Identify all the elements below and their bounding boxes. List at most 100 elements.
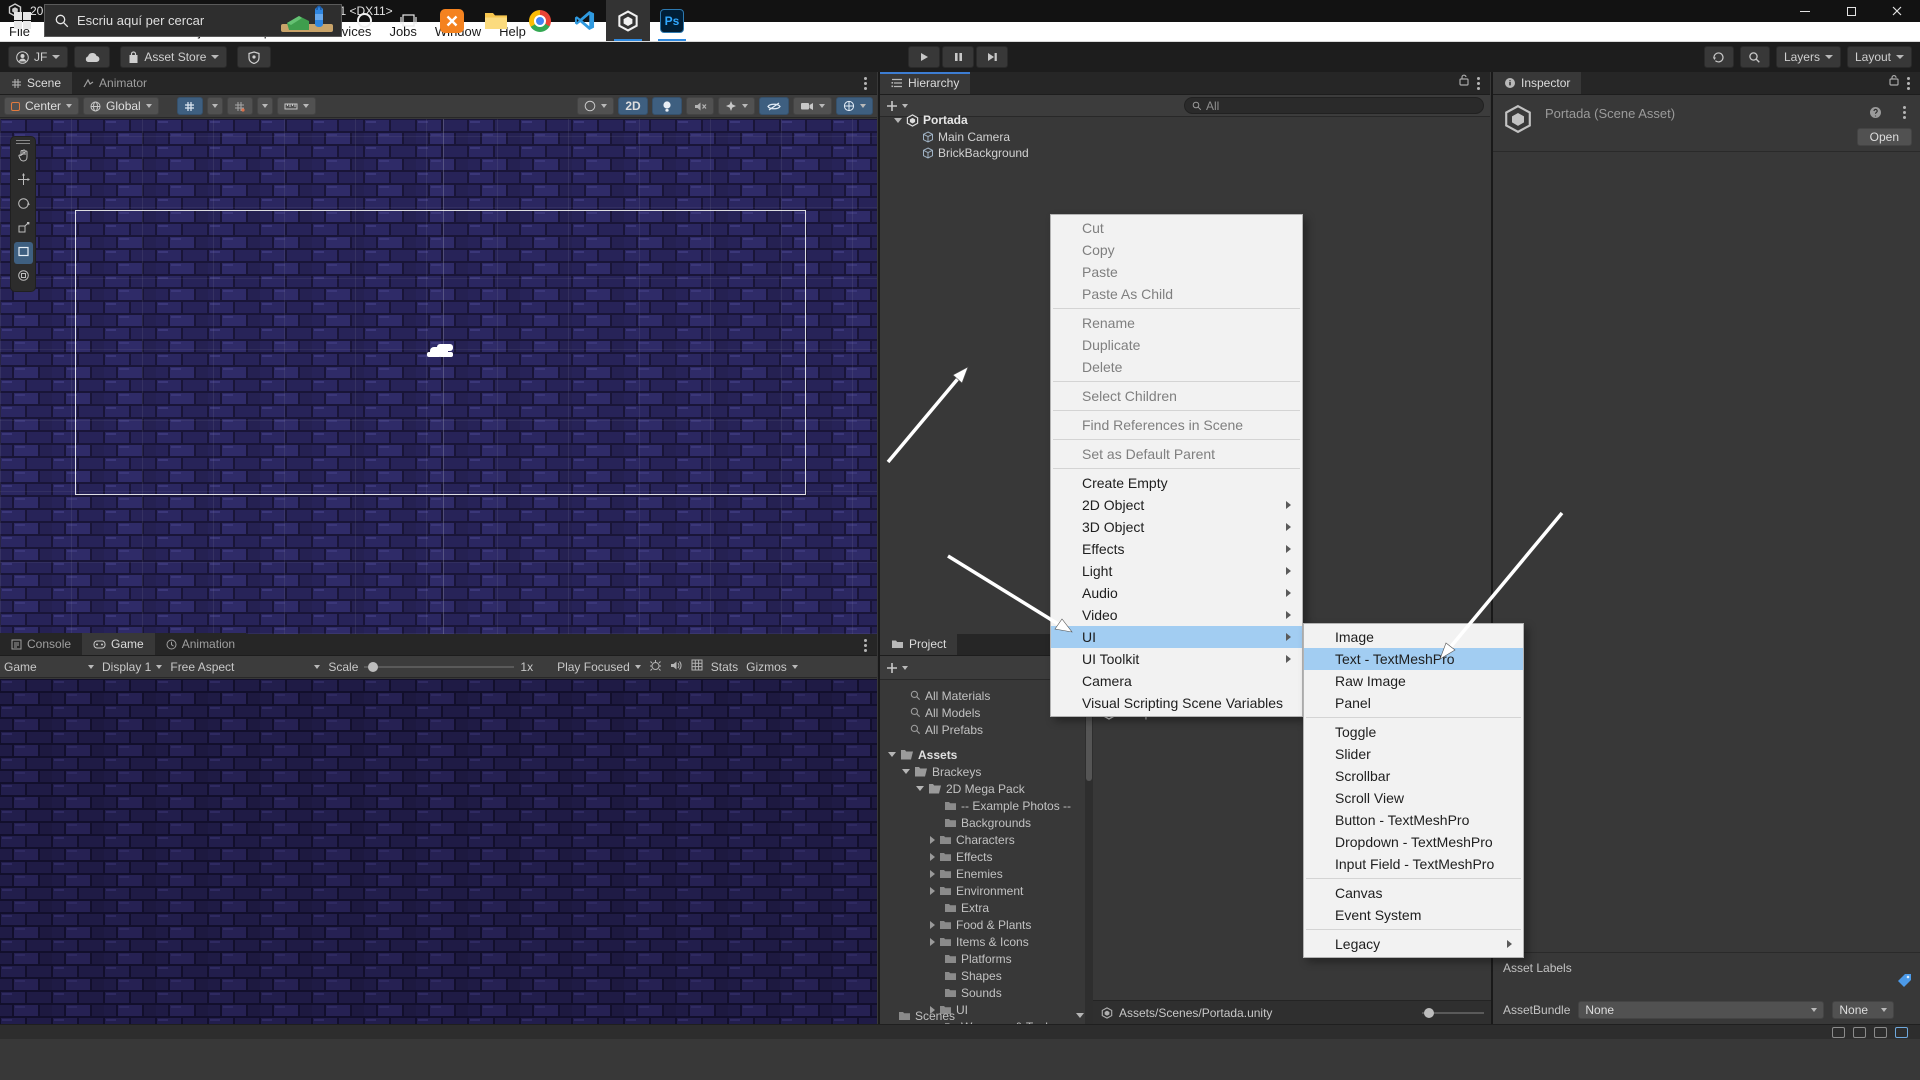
unity-taskbar-button[interactable] bbox=[606, 0, 650, 41]
scale-slider-track[interactable] bbox=[364, 666, 514, 668]
tree-item-2d-mega-pack[interactable]: 2D Mega Pack bbox=[916, 780, 1025, 797]
tree-item-brackeys[interactable]: Brackeys bbox=[902, 763, 981, 780]
context-menu-item-ui-toolkit[interactable]: UI Toolkit bbox=[1051, 648, 1302, 670]
window-maximize-button[interactable] bbox=[1828, 0, 1874, 22]
hierarchy-item-scene-root[interactable]: Portada bbox=[894, 112, 968, 128]
context-menu-item-select-children[interactable]: Select Children bbox=[1051, 385, 1302, 407]
cortana-button[interactable] bbox=[342, 0, 386, 41]
tree-item-extra[interactable]: Extra bbox=[944, 899, 989, 916]
context-menu-item-find-references[interactable]: Find References in Scene bbox=[1051, 414, 1302, 436]
context-menu-item-paste-as-child[interactable]: Paste As Child bbox=[1051, 283, 1302, 305]
2d-mode-toggle[interactable]: 2D bbox=[618, 97, 648, 115]
tab-animation[interactable]: Animation bbox=[155, 633, 246, 655]
context-menu-item-visual-scripting[interactable]: Visual Scripting Scene Variables bbox=[1051, 692, 1302, 714]
layers-dropdown[interactable]: Layers bbox=[1776, 46, 1841, 68]
tree-item-environment[interactable]: Environment bbox=[930, 882, 1023, 899]
step-button[interactable] bbox=[976, 46, 1008, 68]
tool-handle-rotation-dropdown[interactable]: Global bbox=[83, 97, 159, 115]
status-icon[interactable] bbox=[1874, 1027, 1887, 1038]
hierarchy-create-button[interactable] bbox=[886, 100, 908, 112]
snap-increment-dropdown[interactable] bbox=[277, 97, 316, 115]
version-control-button[interactable] bbox=[237, 46, 271, 68]
status-icon[interactable] bbox=[1832, 1027, 1845, 1038]
chrome-button[interactable] bbox=[518, 0, 562, 41]
tree-item-backgrounds[interactable]: Backgrounds bbox=[944, 814, 1031, 831]
label-tag-icon[interactable] bbox=[1897, 973, 1912, 991]
help-icon[interactable] bbox=[1869, 106, 1882, 122]
tree-item-food-plants[interactable]: Food & Plants bbox=[930, 916, 1031, 933]
assetbundle-variant-dropdown[interactable]: None bbox=[1832, 1001, 1894, 1019]
context-menu-item-duplicate[interactable]: Duplicate bbox=[1051, 334, 1302, 356]
project-create-button[interactable] bbox=[886, 662, 908, 674]
assetbundle-dropdown[interactable]: None bbox=[1578, 1001, 1824, 1019]
asset-store-dropdown[interactable]: Asset Store bbox=[120, 46, 227, 68]
grid-visibility-dropdown[interactable] bbox=[257, 97, 273, 115]
search-button[interactable] bbox=[1740, 46, 1770, 68]
window-minimize-button[interactable] bbox=[1782, 0, 1828, 22]
game-audio-toggle[interactable] bbox=[670, 660, 683, 674]
asset-header-kebab[interactable] bbox=[1903, 111, 1906, 114]
inspector-lock-icon[interactable] bbox=[1889, 74, 1899, 89]
context-menu-item-audio[interactable]: Audio bbox=[1051, 582, 1302, 604]
context-menu-item-delete[interactable]: Delete bbox=[1051, 356, 1302, 378]
cloud-sprite[interactable] bbox=[430, 347, 448, 356]
tab-console[interactable]: Console bbox=[0, 633, 82, 655]
tree-scroll-arrow[interactable] bbox=[1076, 1013, 1084, 1018]
account-dropdown[interactable]: JF bbox=[8, 46, 68, 68]
hierarchy-search-input[interactable]: All bbox=[1184, 97, 1484, 114]
tree-item-items-icons[interactable]: Items & Icons bbox=[930, 933, 1029, 950]
submenu-item-panel[interactable]: Panel bbox=[1304, 692, 1523, 714]
submenu-item-slider[interactable]: Slider bbox=[1304, 743, 1523, 765]
context-menu-item-cut[interactable]: Cut bbox=[1051, 217, 1302, 239]
file-explorer-button[interactable] bbox=[474, 0, 518, 41]
scene-menu-kebab[interactable] bbox=[864, 82, 867, 85]
tab-game[interactable]: Game bbox=[82, 633, 155, 655]
context-menu-item-effects[interactable]: Effects bbox=[1051, 538, 1302, 560]
tree-item-characters[interactable]: Characters bbox=[930, 831, 1015, 848]
transform-tool-button[interactable] bbox=[14, 266, 33, 288]
submenu-item-scroll-view[interactable]: Scroll View bbox=[1304, 787, 1523, 809]
inspector-menu-kebab[interactable] bbox=[1907, 82, 1910, 85]
tree-item-enemies[interactable]: Enemies bbox=[930, 865, 1003, 882]
game-display-mode-dropdown[interactable]: Game bbox=[4, 660, 94, 674]
effects-dropdown[interactable] bbox=[718, 97, 755, 115]
submenu-item-event-system[interactable]: Event System bbox=[1304, 904, 1523, 926]
tree-item-example-photos[interactable]: -- Example Photos -- bbox=[944, 797, 1071, 814]
scale-slider[interactable]: Scale 1x bbox=[328, 660, 533, 674]
display-target-dropdown[interactable]: Display 1 bbox=[102, 660, 162, 674]
context-menu-item-create-empty[interactable]: Create Empty bbox=[1051, 472, 1302, 494]
submenu-item-inputfield-textmeshpro[interactable]: Input Field - TextMeshPro bbox=[1304, 853, 1523, 875]
pause-button[interactable] bbox=[942, 46, 974, 68]
gizmos-dropdown[interactable]: Gizmos bbox=[746, 660, 798, 674]
submenu-item-text-textmeshpro[interactable]: Text - TextMeshPro bbox=[1304, 648, 1523, 670]
context-menu-item-paste[interactable]: Paste bbox=[1051, 261, 1302, 283]
context-menu-item-3d-object[interactable]: 3D Object bbox=[1051, 516, 1302, 538]
move-tool-button[interactable] bbox=[14, 170, 33, 192]
hierarchy-item-main-camera[interactable]: Main Camera bbox=[922, 129, 1010, 145]
scene-gizmos-dropdown[interactable] bbox=[836, 97, 873, 115]
tree-item-effects[interactable]: Effects bbox=[930, 848, 992, 865]
context-menu-item-rename[interactable]: Rename bbox=[1051, 312, 1302, 334]
tab-project[interactable]: Project bbox=[880, 633, 957, 655]
context-menu-item-light[interactable]: Light bbox=[1051, 560, 1302, 582]
tree-item-scenes[interactable]: Scenes bbox=[898, 1007, 955, 1024]
context-menu-item-set-default-parent[interactable]: Set as Default Parent bbox=[1051, 443, 1302, 465]
aspect-ratio-dropdown[interactable]: Free Aspect bbox=[170, 660, 320, 674]
favorite-all-materials[interactable]: All Materials bbox=[910, 687, 990, 704]
context-menu-item-2d-object[interactable]: 2D Object bbox=[1051, 494, 1302, 516]
tree-item-assets[interactable]: Assets bbox=[888, 746, 957, 763]
camera-settings-dropdown[interactable] bbox=[793, 97, 832, 115]
submenu-item-scrollbar[interactable]: Scrollbar bbox=[1304, 765, 1523, 787]
context-menu-item-video[interactable]: Video bbox=[1051, 604, 1302, 626]
draw-mode-dropdown[interactable] bbox=[577, 97, 614, 115]
zoom-slider-handle[interactable] bbox=[1424, 1008, 1434, 1018]
tab-animator[interactable]: Animator bbox=[72, 72, 158, 94]
overlay-grip[interactable] bbox=[16, 140, 30, 144]
vsync-grid-icon[interactable] bbox=[691, 659, 703, 674]
xampp-button[interactable] bbox=[430, 0, 474, 41]
start-button[interactable] bbox=[0, 0, 44, 41]
tab-hierarchy[interactable]: Hierarchy bbox=[880, 72, 970, 94]
play-button[interactable] bbox=[908, 46, 940, 68]
context-menu-item-camera[interactable]: Camera bbox=[1051, 670, 1302, 692]
favorite-all-models[interactable]: All Models bbox=[910, 704, 980, 721]
